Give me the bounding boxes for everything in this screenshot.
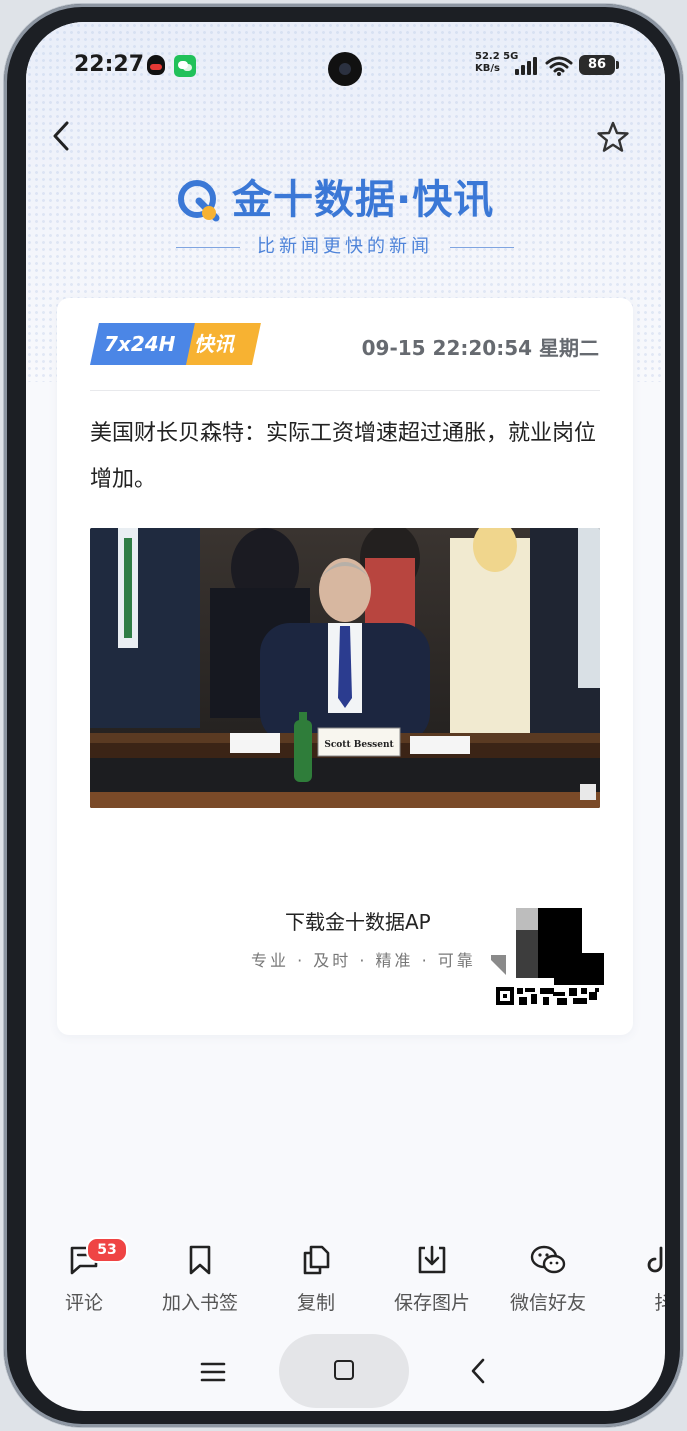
copy-label: 复制	[296, 1292, 335, 1314]
copy-button[interactable]: 复制	[258, 1232, 374, 1332]
download-icon	[418, 1245, 446, 1274]
star-outline-icon[interactable]	[596, 120, 630, 154]
status-bar: 22:27 52.2 5G KB/s 86	[26, 22, 665, 106]
tiktok-icon	[647, 1246, 663, 1273]
screen: 22:27 52.2 5G KB/s 86 金十数据·快讯 比新闻更快的新闻 7…	[26, 22, 665, 1411]
news-badge: 7x24H 快讯	[90, 323, 261, 365]
save-image-button[interactable]: 保存图片	[374, 1232, 490, 1332]
save-image-label: 保存图片	[393, 1292, 470, 1314]
tagline-right-line	[450, 247, 514, 248]
network-speed-value: 52.2	[475, 51, 500, 62]
system-navigation-bar	[26, 1332, 665, 1411]
home-icon	[334, 1360, 354, 1380]
signal-icon	[515, 57, 539, 75]
bookmark-button[interactable]: 加入书签	[142, 1232, 258, 1332]
comment-button[interactable]: 53 评论	[26, 1232, 142, 1332]
badge-primary: 7x24H	[104, 332, 176, 356]
wifi-icon	[545, 56, 573, 76]
download-title: 下载金十数据AP	[285, 910, 431, 934]
jin10-logo-icon	[178, 180, 220, 222]
wechat-share-label: 微信好友	[509, 1292, 586, 1314]
qr-code	[491, 908, 607, 1014]
news-photo-image: Scott Bessent	[90, 528, 600, 808]
news-headline: 美国财长贝森特：实际工资增速超过通胀，就业岗位增加。	[90, 421, 597, 492]
action-toolbar: 53 评论 加入书签 复制 保存图片 微信好友 抖	[26, 1232, 665, 1332]
news-photo[interactable]: Scott Bessent	[90, 528, 600, 808]
tiktok-share-label: 抖	[654, 1292, 665, 1314]
wechat-share-button[interactable]: 微信好友	[490, 1232, 606, 1332]
news-datetime: 09-15 22:20:54 星期二	[361, 336, 599, 360]
system-back-icon[interactable]	[466, 1356, 490, 1386]
network-speed-unit: KB/s	[475, 63, 500, 74]
status-time: 22:27	[74, 52, 145, 77]
battery-indicator: 86	[579, 55, 619, 75]
badge-secondary: 快讯	[194, 332, 234, 356]
download-app-promo[interactable]: 下载金十数据AP 专业 · 及时 · 精准 · 可靠	[57, 878, 633, 1018]
tagline: 比新闻更快的新闻	[176, 236, 514, 258]
home-button[interactable]	[279, 1334, 409, 1408]
recent-apps-icon[interactable]	[199, 1358, 227, 1386]
qq-icon	[147, 55, 165, 75]
download-subtitle: 专业 · 及时 · 精准 · 可靠	[251, 951, 476, 970]
comment-count-badge: 53	[86, 1237, 128, 1263]
copy-icon	[303, 1245, 330, 1275]
photo-nameplate: Scott Bessent	[324, 740, 394, 750]
comment-label: 评论	[64, 1292, 103, 1314]
tiktok-share-button[interactable]: 抖	[606, 1232, 665, 1332]
wechat-icon	[530, 1245, 566, 1274]
flash-news-card: 7x24H 快讯 09-15 22:20:54 星期二 美国财长贝森特：实际工资…	[57, 298, 633, 1035]
brand-name: 金十数据·快讯	[232, 177, 495, 223]
network-speed: 52.2 5G KB/s	[475, 51, 518, 75]
brand-logo: 金十数据·快讯	[176, 174, 516, 228]
divider	[90, 390, 600, 391]
front-camera	[328, 52, 362, 86]
bookmark-label: 加入书签	[161, 1292, 238, 1314]
bookmark-icon	[189, 1245, 211, 1275]
back-arrow-icon[interactable]	[48, 119, 78, 153]
phone-frame: 22:27 52.2 5G KB/s 86 金十数据·快讯 比新闻更快的新闻 7…	[4, 4, 683, 1427]
wechat-notification-icon	[174, 55, 196, 77]
